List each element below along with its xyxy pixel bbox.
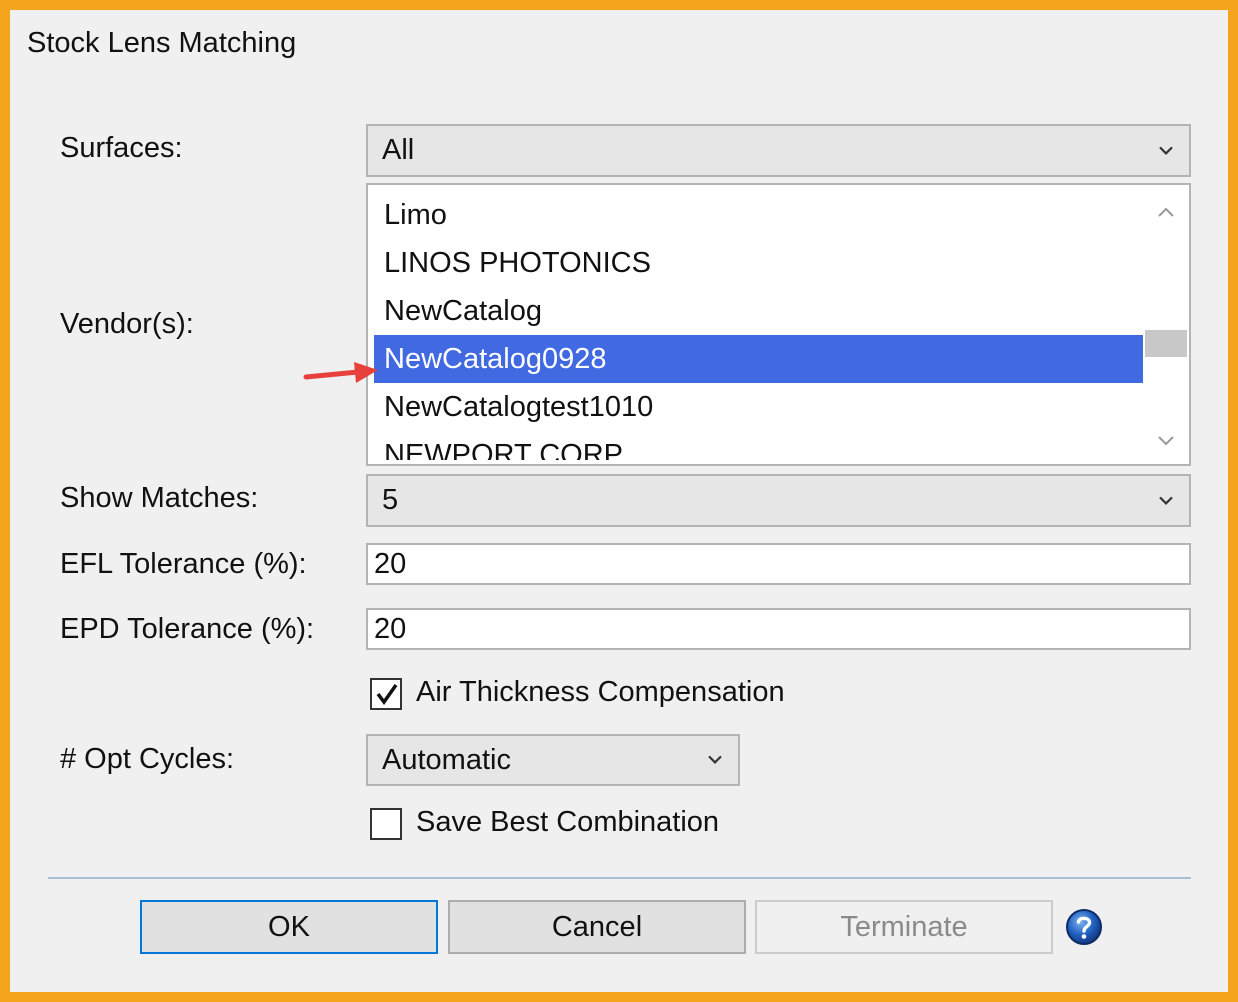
chevron-up-icon[interactable] (1156, 205, 1176, 219)
list-item-selected[interactable]: NewCatalog0928 (374, 335, 1143, 383)
surfaces-dropdown[interactable]: All (366, 124, 1191, 177)
list-item[interactable]: NEWPORT CORP (374, 431, 1143, 460)
help-icon[interactable] (1065, 908, 1103, 946)
chevron-down-icon (1159, 496, 1173, 505)
show-matches-value: 5 (382, 484, 399, 516)
vendors-list: Limo LINOS PHOTONICS NewCatalog NewCatal… (374, 191, 1143, 460)
checkmark-icon (376, 683, 398, 705)
efl-tolerance-input[interactable]: 20 (366, 543, 1191, 585)
cancel-button[interactable]: Cancel (448, 900, 746, 954)
chevron-down-icon (708, 755, 722, 764)
vendors-listbox[interactable]: Limo LINOS PHOTONICS NewCatalog NewCatal… (366, 183, 1191, 466)
efl-tolerance-label: EFL Tolerance (%): (60, 548, 307, 580)
show-matches-label: Show Matches: (60, 482, 259, 514)
show-matches-dropdown[interactable]: 5 (366, 474, 1191, 527)
annotation-arrow-icon (303, 362, 378, 383)
vendors-scrollbar[interactable] (1143, 185, 1189, 464)
save-best-label[interactable]: Save Best Combination (416, 806, 719, 839)
surfaces-value: All (382, 134, 415, 166)
chevron-down-icon (1159, 146, 1173, 155)
list-item[interactable]: NewCatalogtest1010 (374, 383, 1143, 431)
list-item[interactable]: LINOS PHOTONICS (374, 239, 1143, 287)
surfaces-label: Surfaces: (60, 132, 183, 164)
separator (48, 877, 1191, 879)
scrollbar-thumb[interactable] (1145, 330, 1187, 357)
air-thickness-checkbox[interactable] (370, 678, 402, 710)
chevron-down-icon[interactable] (1156, 434, 1176, 448)
opt-cycles-label: # Opt Cycles: (60, 743, 235, 775)
ok-button[interactable]: OK (140, 900, 438, 954)
air-thickness-label[interactable]: Air Thickness Compensation (416, 676, 785, 709)
vendors-label: Vendor(s): (60, 308, 194, 340)
opt-cycles-dropdown[interactable]: Automatic (366, 734, 740, 786)
list-item[interactable]: NewCatalog (374, 287, 1143, 335)
epd-tolerance-label: EPD Tolerance (%): (60, 613, 315, 645)
opt-cycles-value: Automatic (382, 743, 511, 776)
dialog-title: Stock Lens Matching (27, 27, 297, 59)
epd-tolerance-input[interactable]: 20 (366, 608, 1191, 650)
terminate-button[interactable]: Terminate (755, 900, 1053, 954)
list-item[interactable]: Limo (374, 191, 1143, 239)
stock-lens-matching-dialog: Stock Lens Matching Surfaces: All Vendor… (10, 10, 1228, 992)
save-best-checkbox[interactable] (370, 808, 402, 840)
